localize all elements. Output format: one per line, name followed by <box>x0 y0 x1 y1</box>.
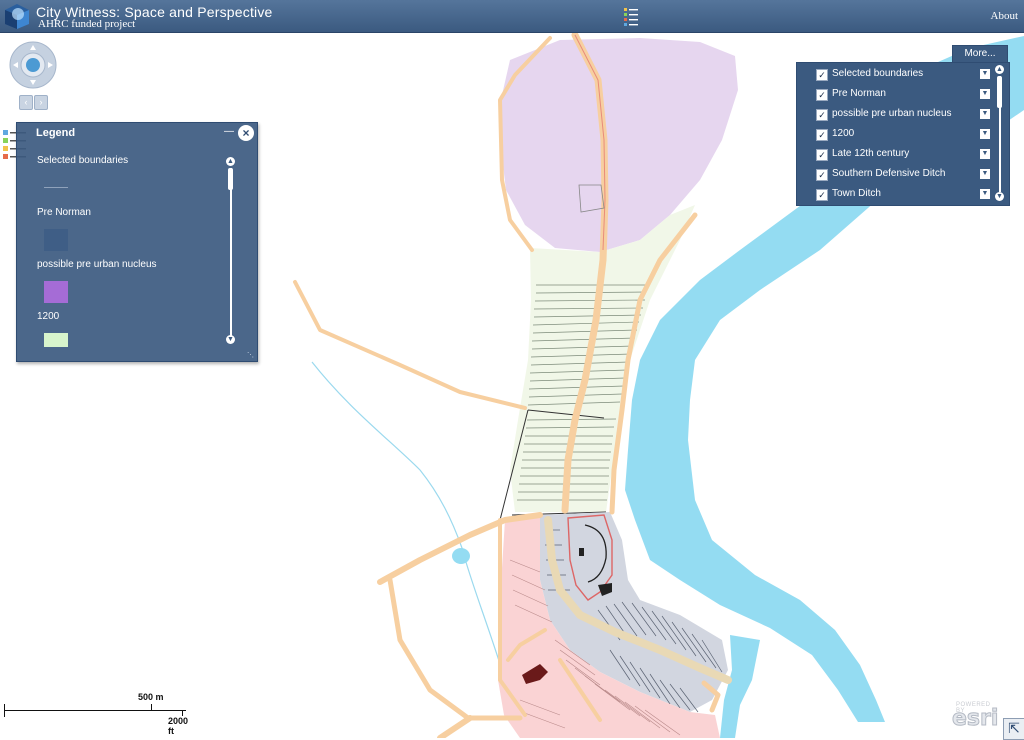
map-navigation: ‹ › <box>8 41 58 121</box>
chevron-down-icon[interactable]: ▼ <box>980 69 990 79</box>
layer-row[interactable]: ✓ possible pre urban nucleus ▼ <box>797 105 997 123</box>
chevron-down-icon[interactable]: ▼ <box>980 189 990 199</box>
layer-row[interactable]: ✓ Town Ditch ▼ <box>797 185 997 203</box>
layer-row[interactable]: ✓ 1200 ▼ <box>797 125 997 143</box>
layer-row[interactable]: ✓ Pre Norman ▼ <box>797 85 997 103</box>
layer-name: Selected boundaries <box>832 68 924 79</box>
legend-item-label: Selected boundaries <box>37 155 129 166</box>
layer-name: Southern Defensive Ditch <box>832 168 946 179</box>
layer-row[interactable]: ✓ Late 12th century ▼ <box>797 145 997 163</box>
app-header: City Witness: Space and Perspective AHRC… <box>0 0 1024 33</box>
scale-bar: 500 m 2000 ft <box>4 692 194 736</box>
about-link[interactable]: About <box>991 10 1019 22</box>
legend-item-label: possible pre urban nucleus <box>37 259 157 270</box>
legend-swatch <box>44 281 68 303</box>
layer-checkbox[interactable]: ✓ <box>816 149 828 161</box>
resize-handle-icon[interactable]: ⋱ <box>247 351 255 359</box>
minimize-icon[interactable]: — <box>224 127 234 137</box>
chevron-down-icon[interactable]: ▼ <box>980 89 990 99</box>
legend-scrollbar[interactable]: ▲ ▼ <box>226 157 235 347</box>
layer-checkbox[interactable]: ✓ <box>816 169 828 181</box>
legend-swatch-line <box>44 187 68 188</box>
scroll-down-icon[interactable]: ▼ <box>226 335 235 344</box>
pan-wheel-icon[interactable] <box>8 41 58 91</box>
scroll-down-icon[interactable]: ▼ <box>995 192 1004 201</box>
pre-urban-nucleus-area <box>500 38 738 252</box>
legend-item-label: 1200 <box>37 311 60 322</box>
scroll-up-icon[interactable]: ▲ <box>226 157 235 166</box>
castle-keep <box>579 548 584 556</box>
layers-list-icon[interactable] <box>622 5 640 29</box>
layer-checkbox[interactable]: ✓ <box>816 69 828 81</box>
legend-swatch <box>44 333 68 347</box>
legend-body: Selected boundaries Pre Norman possible … <box>17 147 227 347</box>
globe-logo-icon <box>5 4 29 29</box>
esri-logo: POWERED BY esri <box>950 702 1000 734</box>
layer-list-scrollbar[interactable]: ▲ ▼ <box>995 65 1005 203</box>
river-south-branch <box>720 635 760 738</box>
layer-row[interactable]: ✓ Selected boundaries ▼ <box>797 65 997 83</box>
legend-item-label: Pre Norman <box>37 207 91 218</box>
legend-swatch <box>44 229 68 251</box>
layer-list-panel: ✓ Selected boundaries ▼ ✓ Pre Norman ▼ ✓… <box>796 62 1010 206</box>
chevron-down-icon[interactable]: ▼ <box>980 169 990 179</box>
previous-extent-button[interactable]: ‹ <box>19 95 33 110</box>
chevron-down-icon[interactable]: ▼ <box>980 149 990 159</box>
more-button[interactable]: More... <box>952 45 1008 63</box>
chevron-down-icon[interactable]: ▼ <box>980 129 990 139</box>
layer-row[interactable]: ✓ Southern Defensive Ditch ▼ <box>797 165 997 183</box>
layer-name: 1200 <box>832 128 855 139</box>
scroll-thumb[interactable] <box>228 168 233 190</box>
chevron-down-icon[interactable]: ▼ <box>980 109 990 119</box>
scroll-thumb[interactable] <box>997 76 1002 108</box>
layer-checkbox[interactable]: ✓ <box>816 189 828 201</box>
expand-arrow-icon[interactable]: ⇱ <box>1003 718 1024 740</box>
close-icon[interactable]: × <box>238 125 254 141</box>
scroll-up-icon[interactable]: ▲ <box>995 65 1004 74</box>
layer-checkbox[interactable]: ✓ <box>816 89 828 101</box>
layer-name: possible pre urban nucleus <box>832 108 952 119</box>
stream <box>311 361 506 681</box>
pond <box>452 548 470 564</box>
layer-name: Town Ditch <box>832 188 881 199</box>
legend-panel: Legend — × Selected boundaries Pre Norma… <box>16 122 258 362</box>
layer-name: Pre Norman <box>832 88 886 99</box>
esri-brand-text: esri <box>951 706 999 732</box>
scale-metric-label: 500 m <box>138 692 164 702</box>
app-subtitle: AHRC funded project <box>38 18 136 30</box>
layer-checkbox[interactable]: ✓ <box>816 109 828 121</box>
layer-name: Late 12th century <box>832 148 910 159</box>
scale-imperial-label: 2000 ft <box>168 716 189 736</box>
layer-checkbox[interactable]: ✓ <box>816 129 828 141</box>
legend-title: Legend <box>36 127 76 139</box>
next-extent-button[interactable]: › <box>34 95 48 110</box>
